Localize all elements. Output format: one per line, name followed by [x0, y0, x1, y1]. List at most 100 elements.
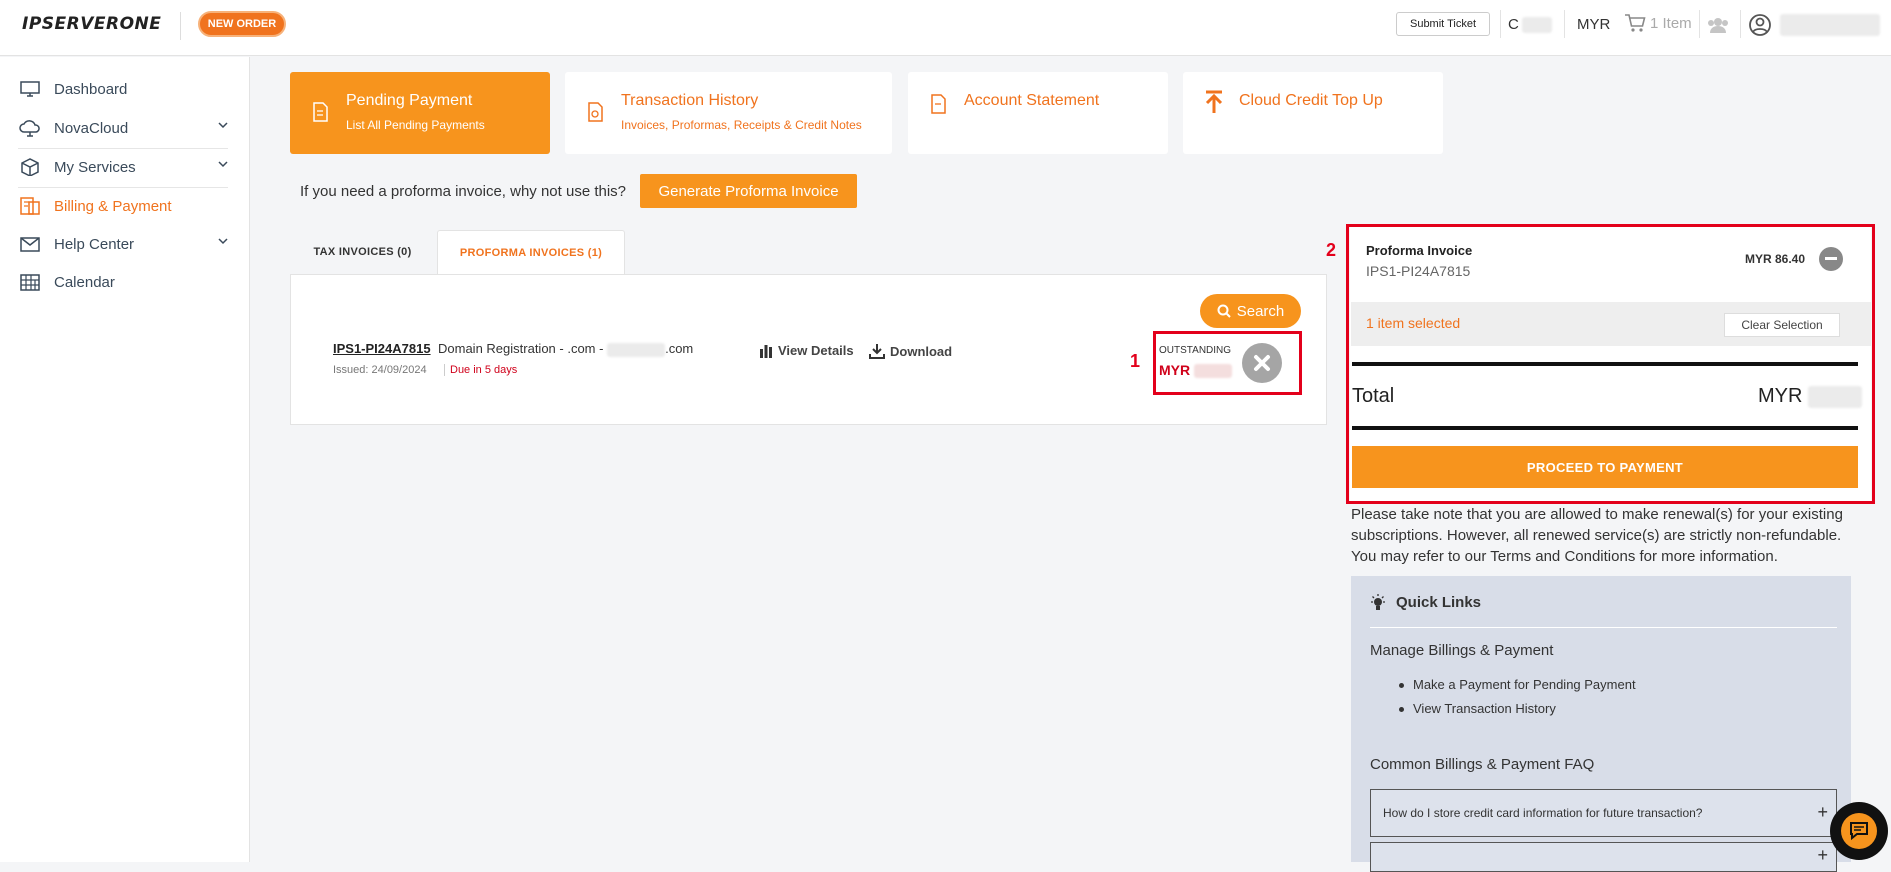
transaction-history-icon [588, 102, 603, 122]
sidebar-item-my-services[interactable]: My Services [18, 148, 228, 186]
quick-links-title: Quick Links [1396, 594, 1482, 611]
remove-invoice-button[interactable] [1242, 343, 1282, 383]
account-statement-icon [931, 94, 946, 114]
sidebar-item-label: Dashboard [54, 80, 128, 98]
download-icon [869, 344, 885, 359]
card-subtitle: Invoices, Proformas, Receipts & Credit N… [621, 118, 862, 132]
divider [1500, 10, 1501, 38]
plus-icon: + [1817, 845, 1828, 865]
cart-button[interactable]: 1 Item [1624, 13, 1692, 33]
faq-question: How do I store credit card information f… [1383, 806, 1703, 820]
quick-link-transaction-history[interactable]: View Transaction History [1399, 701, 1556, 716]
upload-arrow-icon [1205, 90, 1223, 113]
logo[interactable]: IPSERVERONE [22, 14, 161, 34]
invoice-issued-date: Issued: 24/09/2024 [333, 364, 427, 376]
currency-selector[interactable]: MYR [1577, 16, 1610, 33]
annotation-number-1: 1 [1130, 351, 1141, 371]
summary-divider-top [1352, 362, 1858, 366]
quick-links-divider [1370, 627, 1837, 628]
monitor-icon [18, 79, 42, 99]
plus-icon: + [1817, 802, 1828, 822]
card-title: Pending Payment [346, 92, 473, 109]
quick-link-make-payment[interactable]: Make a Payment for Pending Payment [1399, 677, 1636, 692]
summary-amount: MYR 86.40 [1745, 252, 1806, 266]
card-subtitle: List All Pending Payments [346, 118, 485, 132]
account-switcher[interactable]: C [1508, 16, 1552, 33]
sidebar-item-label: Calendar [54, 273, 115, 291]
billing-icon [18, 196, 42, 216]
team-icon[interactable] [1706, 16, 1730, 34]
tab-proforma-invoices[interactable]: PROFORMA INVOICES (1) [437, 230, 625, 275]
card-cloud-credit-top-up[interactable]: Cloud Credit Top Up [1183, 72, 1443, 154]
redacted-domain [607, 342, 666, 357]
sidebar-item-billing-payment[interactable]: Billing & Payment [18, 187, 228, 225]
search-button[interactable]: Search [1200, 294, 1301, 328]
generate-proforma-button[interactable]: Generate Proforma Invoice [640, 174, 857, 208]
top-bar: IPSERVERONE NEW ORDER Submit Ticket C MY… [0, 0, 1891, 56]
invoice-description: Domain Registration - .com - .com [438, 341, 693, 357]
card-account-statement[interactable]: Account Statement [908, 72, 1168, 154]
search-label: Search [1236, 302, 1285, 320]
summary-invoice-id: IPS1-PI24A7815 [1366, 263, 1471, 279]
redacted-total [1808, 385, 1863, 408]
search-icon [1217, 304, 1231, 318]
chat-icon [1841, 813, 1877, 849]
summary-title: Proforma Invoice [1366, 243, 1473, 258]
submit-ticket-button[interactable]: Submit Ticket [1396, 12, 1490, 36]
cart-icon [1625, 14, 1646, 32]
card-title: Account Statement [964, 92, 1100, 109]
lightbulb-icon [1371, 594, 1385, 610]
invoice-due-status: Due in 5 days [444, 364, 517, 376]
tab-tax-invoices[interactable]: TAX INVOICES (0) [290, 230, 435, 274]
sidebar-item-novacloud[interactable]: NovaCloud [18, 109, 228, 147]
close-icon [1254, 355, 1270, 371]
quick-links-section-manage: Manage Billings & Payment [1370, 642, 1554, 659]
outstanding-amount: MYR [1159, 362, 1233, 379]
remove-item-button[interactable] [1819, 247, 1843, 271]
invoice-description-suffix: .com [665, 341, 694, 356]
items-selected-text: 1 item selected [1366, 315, 1461, 331]
invoice-id-link[interactable]: IPS1-PI24A7815 [333, 341, 431, 356]
sidebar-item-calendar[interactable]: Calendar [18, 263, 228, 301]
redacted-amount [1194, 364, 1233, 379]
clear-selection-button[interactable]: Clear Selection [1724, 313, 1840, 337]
annotation-number-2: 2 [1326, 240, 1337, 260]
sidebar-item-help-center[interactable]: Help Center [18, 225, 228, 263]
pending-payment-icon [313, 102, 328, 122]
divider [1699, 10, 1700, 38]
redacted-account-name [1521, 16, 1552, 33]
divider [1740, 10, 1741, 38]
minus-icon [1825, 257, 1837, 260]
card-transaction-history[interactable]: Transaction History Invoices, Proformas,… [565, 72, 892, 154]
proforma-prompt-text: If you need a proforma invoice, why not … [300, 183, 627, 200]
redacted-username[interactable] [1780, 14, 1880, 36]
sidebar-item-label: Help Center [54, 235, 135, 253]
calendar-icon [18, 272, 42, 292]
faq-item[interactable]: + [1370, 842, 1837, 872]
sidebar-item-dashboard[interactable]: Dashboard [18, 70, 228, 108]
summary-divider-bottom [1352, 426, 1858, 430]
download-label: Download [890, 343, 953, 359]
view-details-label: View Details [778, 343, 854, 358]
card-title: Cloud Credit Top Up [1239, 92, 1383, 109]
box-icon [18, 157, 42, 177]
user-avatar-icon[interactable] [1748, 13, 1772, 37]
logo-divider [180, 12, 181, 40]
mail-icon [18, 234, 42, 254]
total-label: Total [1352, 385, 1395, 407]
view-details-link[interactable]: View Details [759, 343, 854, 358]
chevron-down-icon [218, 238, 228, 245]
download-link[interactable]: Download [869, 343, 952, 359]
quick-links-section-faq: Common Billings & Payment FAQ [1370, 756, 1595, 773]
card-pending-payment[interactable]: Pending Payment List All Pending Payment… [290, 72, 550, 154]
sidebar-item-label: Billing & Payment [54, 197, 172, 215]
chat-button[interactable] [1830, 802, 1888, 860]
cloud-icon [18, 118, 42, 138]
faq-item[interactable]: How do I store credit card information f… [1370, 789, 1837, 837]
chevron-down-icon [218, 161, 228, 168]
sidebar-item-label: NovaCloud [54, 119, 129, 137]
new-order-button[interactable]: NEW ORDER [198, 11, 286, 37]
invoice-description-prefix: Domain Registration - .com - [438, 341, 604, 356]
card-title: Transaction History [621, 92, 759, 109]
proceed-to-payment-button[interactable]: PROCEED TO PAYMENT [1352, 446, 1858, 488]
